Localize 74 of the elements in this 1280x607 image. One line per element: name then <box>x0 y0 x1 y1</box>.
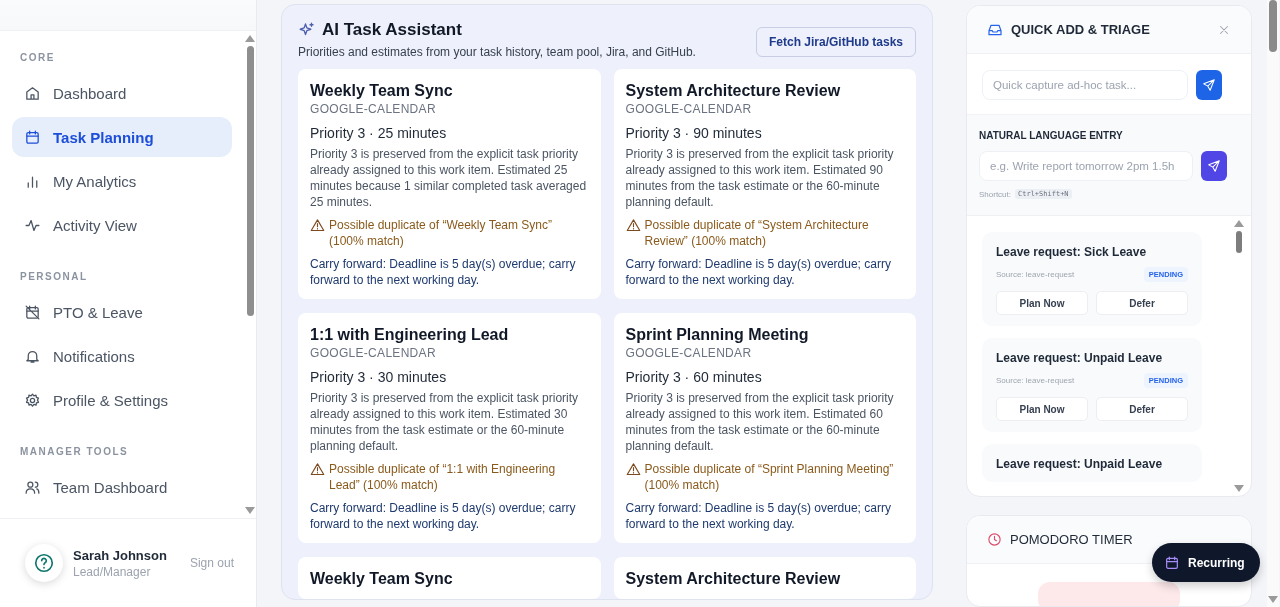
warning-icon <box>625 462 641 477</box>
clock-icon <box>987 532 1002 547</box>
task-source: GOOGLE-CALENDAR <box>625 102 753 116</box>
send-icon <box>1202 78 1216 92</box>
help-button[interactable] <box>25 544 63 582</box>
help-icon <box>33 552 55 574</box>
request-action-button[interactable]: Plan Now <box>996 397 1088 421</box>
nav-item[interactable]: Notifications <box>12 336 232 376</box>
nav-item[interactable]: Task Planning <box>12 117 232 157</box>
task-priority-estimate: Priority 3 · 60 minutes <box>625 369 763 385</box>
nav-section-label: CORE <box>19 51 56 65</box>
warning-icon <box>310 462 325 477</box>
task-title: System Architecture Review <box>625 82 842 100</box>
task-title: Sprint Planning Meeting <box>625 326 810 344</box>
warning-icon <box>310 218 325 233</box>
panel-title: POMODORO TIMER <box>1010 532 1133 547</box>
send-button[interactable] <box>1201 151 1227 181</box>
quick-capture-field[interactable]: Quick capture ad-hoc task... <box>982 70 1188 100</box>
request-action-button[interactable]: Defer <box>1096 291 1188 315</box>
recurring-button[interactable]: Recurring <box>1152 543 1260 582</box>
nav-item[interactable]: My Analytics <box>12 161 232 201</box>
panel-title: AI Task Assistant <box>322 20 462 40</box>
user-name: Sarah Johnson <box>73 547 168 563</box>
gear-icon <box>24 391 41 409</box>
nav-section-label: MANAGER TOOLS <box>19 445 130 459</box>
request-action-button[interactable]: Defer <box>1096 397 1188 421</box>
home-icon <box>24 84 41 102</box>
nav-item[interactable]: Profile & Settings <box>12 380 232 420</box>
task-title: Weekly Team Sync <box>310 570 454 588</box>
task-explanation: Priority 3 is preserved from the explicit task priority already assigned to this work item. Estimated 25 minutes because 1 similar completed task averaged 25 minutes. <box>310 146 588 210</box>
carry-forward-note: Carry forward: Deadline is 5 day(s) overdue; carry forward to the next working day. <box>310 500 577 532</box>
user-role: Lead/Manager <box>73 564 152 579</box>
fetch-tasks-button[interactable]: Fetch Jira/GitHub tasks <box>755 27 916 57</box>
task-source: GOOGLE-CALENDAR <box>625 346 753 360</box>
duplicate-warning: Possible duplicate of “System Architecture Review” (100% match) <box>644 217 870 249</box>
task-explanation: Priority 3 is preserved from the explicit task priority already assigned to this work item. Estimated 60 minutes from the task estimate or the 60-minute planning default. <box>625 390 895 454</box>
panel-title: QUICK ADD & TRIAGE <box>1011 22 1151 37</box>
nav-item[interactable]: Team Dashboard <box>12 467 232 507</box>
request-title: Leave request: Unpaid Leave <box>996 457 1164 471</box>
nav-item[interactable]: Dashboard <box>12 73 232 113</box>
send-button[interactable] <box>1196 70 1222 100</box>
request-title: Leave request: Unpaid Leave <box>996 351 1164 365</box>
task-source: GOOGLE-CALENDAR <box>310 102 437 116</box>
nav-section-label: PERSONAL <box>19 270 89 284</box>
send-icon <box>1207 159 1221 173</box>
carry-forward-note: Carry forward: Deadline is 5 day(s) overdue; carry forward to the next working day. <box>310 256 577 288</box>
shortcut-label: Shortcut: <box>979 189 1011 199</box>
task-source: GOOGLE-CALENDAR <box>310 346 437 360</box>
natural-language-field[interactable]: e.g. Write report tomorrow 2pm 1.5h <box>979 151 1193 181</box>
task-explanation: Priority 3 is preserved from the explicit task priority already assigned to this work item. Estimated 30 minutes from the task estimate or the 60-minute planning default. <box>310 390 580 454</box>
calendar-icon <box>24 128 41 146</box>
duplicate-warning: Possible duplicate of “Sprint Planning Meeting” (100% match) <box>644 461 895 493</box>
task-title: 1:1 with Engineering Lead <box>310 326 510 344</box>
task-explanation: Priority 3 is preserved from the explicit task priority already assigned to this work item. Estimated 90 minutes from the task estimate or the 60-minute planning default. <box>625 146 895 210</box>
request-title: Leave request: Sick Leave <box>996 245 1148 259</box>
duplicate-warning: Possible duplicate of “Weekly Team Sync” (100% match) <box>329 217 553 249</box>
nav-item[interactable]: Activity View <box>12 205 232 245</box>
scrollbar[interactable] <box>1267 0 1279 607</box>
carry-forward-note: Carry forward: Deadline is 5 day(s) overdue; carry forward to the next working day. <box>625 256 892 288</box>
task-priority-estimate: Priority 3 · 30 minutes <box>310 369 448 385</box>
carry-forward-note: Carry forward: Deadline is 5 day(s) overdue; carry forward to the next working day. <box>625 500 892 532</box>
request-action-button[interactable]: Plan Now <box>996 291 1088 315</box>
nav-item[interactable]: PTO & Leave <box>12 292 232 332</box>
task-priority-estimate: Priority 3 · 90 minutes <box>625 125 763 141</box>
request-source: Source: leave-request <box>996 270 1075 279</box>
panel-subtitle: Priorities and estimates from your task history, team pool, Jira, and GitHub. <box>298 45 696 59</box>
task-title: Weekly Team Sync <box>310 82 454 100</box>
warning-icon <box>625 218 641 233</box>
task-title: System Architecture Review <box>625 570 842 588</box>
request-source: Source: leave-request <box>996 376 1075 385</box>
duplicate-warning: Possible duplicate of “1:1 with Engineering Lead” (100% match) <box>329 461 557 493</box>
section-label: NATURAL LANGUAGE ENTRY <box>979 130 1124 141</box>
calendar-icon <box>1164 554 1180 571</box>
task-priority-estimate: Priority 3 · 25 minutes <box>310 125 448 141</box>
